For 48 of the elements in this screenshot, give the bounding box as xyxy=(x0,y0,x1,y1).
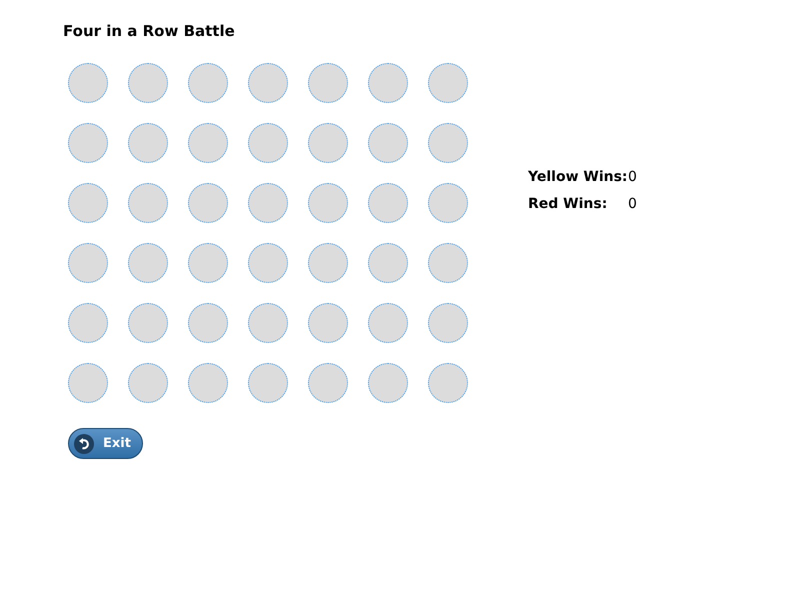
board-slot[interactable] xyxy=(308,303,348,343)
score-label: Yellow Wins: xyxy=(528,169,628,185)
board-slot[interactable] xyxy=(248,183,288,223)
board-slot[interactable] xyxy=(68,63,108,103)
board-slot[interactable] xyxy=(308,183,348,223)
board-slot[interactable] xyxy=(428,363,468,403)
board-slot[interactable] xyxy=(428,183,468,223)
board-slot[interactable] xyxy=(308,363,348,403)
board-slot[interactable] xyxy=(308,63,348,103)
board-slot[interactable] xyxy=(248,63,288,103)
board-slot[interactable] xyxy=(428,243,468,283)
board-slot[interactable] xyxy=(368,63,408,103)
board-slot[interactable] xyxy=(428,63,468,103)
board-slot[interactable] xyxy=(428,303,468,343)
board-slot[interactable] xyxy=(68,123,108,163)
board-slot[interactable] xyxy=(128,303,168,343)
game-title: Four in a Row Battle xyxy=(63,22,236,40)
board-slot[interactable] xyxy=(68,363,108,403)
board-slot[interactable] xyxy=(68,243,108,283)
board-slot[interactable] xyxy=(248,123,288,163)
board-slot[interactable] xyxy=(368,123,408,163)
board-slot[interactable] xyxy=(368,303,408,343)
board-slot[interactable] xyxy=(188,123,228,163)
board-slot[interactable] xyxy=(248,363,288,403)
exit-button[interactable]: Exit xyxy=(68,428,143,459)
board-slot[interactable] xyxy=(188,303,228,343)
board-slot[interactable] xyxy=(248,243,288,283)
board-slot[interactable] xyxy=(368,243,408,283)
board-slot[interactable] xyxy=(128,123,168,163)
board-slot[interactable] xyxy=(188,243,228,283)
board-slot[interactable] xyxy=(308,123,348,163)
board-slot[interactable] xyxy=(368,363,408,403)
board-slot[interactable] xyxy=(68,183,108,223)
board-slot[interactable] xyxy=(128,363,168,403)
board-slot[interactable] xyxy=(68,303,108,343)
board-slot[interactable] xyxy=(428,123,468,163)
board-slot[interactable] xyxy=(248,303,288,343)
score-value: 0 xyxy=(628,196,637,212)
board-slot[interactable] xyxy=(188,183,228,223)
score-label: Red Wins: xyxy=(528,196,608,212)
board-slot[interactable] xyxy=(308,243,348,283)
board-slot[interactable] xyxy=(128,183,168,223)
board-slot[interactable] xyxy=(188,363,228,403)
board-slot[interactable] xyxy=(188,63,228,103)
board-slot[interactable] xyxy=(368,183,408,223)
score-value: 0 xyxy=(628,169,637,185)
board-slot[interactable] xyxy=(128,243,168,283)
board-slot[interactable] xyxy=(128,63,168,103)
